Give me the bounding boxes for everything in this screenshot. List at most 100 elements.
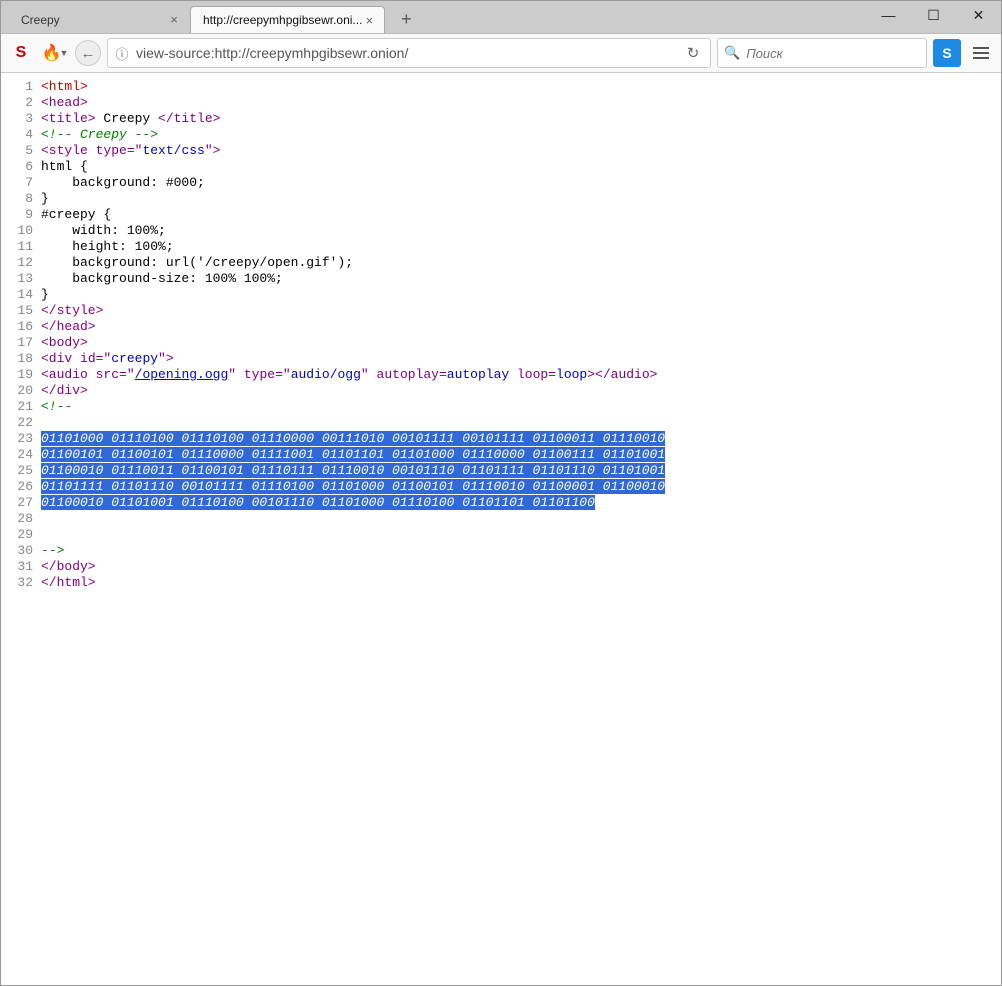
line-code[interactable]: </style> [41, 303, 1001, 319]
menu-button[interactable] [967, 39, 995, 67]
back-button[interactable]: ← [75, 40, 101, 66]
extension-s-icon[interactable]: S [933, 39, 961, 67]
line-code[interactable]: 01100010 01101001 01110100 00101110 0110… [41, 495, 1001, 511]
line-number: 29 [1, 527, 41, 543]
line-code[interactable]: </body> [41, 559, 1001, 575]
maximize-button[interactable]: ☐ [911, 1, 956, 29]
source-line[interactable]: 14} [1, 287, 1001, 303]
new-tab-button[interactable]: + [392, 7, 420, 31]
line-code[interactable]: --> [41, 543, 1001, 559]
line-code[interactable]: </html> [41, 575, 1001, 591]
line-code[interactable]: 01100101 01100101 01110000 01111001 0110… [41, 447, 1001, 463]
view-source-content[interactable]: 1<html>2<head>3<title> Creepy </title>4<… [1, 73, 1001, 985]
source-line[interactable]: 12 background: url('/creepy/open.gif'); [1, 255, 1001, 271]
source-line[interactable]: 9#creepy { [1, 207, 1001, 223]
line-number: 11 [1, 239, 41, 255]
search-icon: 🔍 [724, 45, 740, 61]
line-number: 1 [1, 79, 41, 95]
source-line[interactable]: 2601101111 01101110 00101111 01110100 01… [1, 479, 1001, 495]
source-line[interactable]: 3<title> Creepy </title> [1, 111, 1001, 127]
source-line[interactable]: 13 background-size: 100% 100%; [1, 271, 1001, 287]
line-code[interactable]: <audio src="/opening.ogg" type="audio/og… [41, 367, 1001, 383]
source-line[interactable]: 2<head> [1, 95, 1001, 111]
tab-creepy[interactable]: Creepy × [9, 6, 189, 33]
minimize-button[interactable]: — [866, 1, 911, 29]
line-code[interactable]: <body> [41, 335, 1001, 351]
line-number: 21 [1, 399, 41, 415]
line-code[interactable]: html { [41, 159, 1001, 175]
url-input[interactable] [136, 45, 676, 61]
source-line[interactable]: 6html { [1, 159, 1001, 175]
line-code[interactable]: <title> Creepy </title> [41, 111, 1001, 127]
source-line[interactable]: 15</style> [1, 303, 1001, 319]
url-bar[interactable]: ⓘ ↻ [107, 38, 711, 68]
line-number: 12 [1, 255, 41, 271]
line-code[interactable]: <!-- [41, 399, 1001, 415]
line-code[interactable]: 01100010 01110011 01100101 01110111 0111… [41, 463, 1001, 479]
source-line[interactable]: 2301101000 01110100 01110100 01110000 00… [1, 431, 1001, 447]
source-line[interactable]: 18<div id="creepy"> [1, 351, 1001, 367]
line-code[interactable]: 01101000 01110100 01110100 01110000 0011… [41, 431, 1001, 447]
addon-icon[interactable]: 🔥▼ [41, 39, 69, 67]
source-line[interactable]: 2501100010 01110011 01100101 01110111 01… [1, 463, 1001, 479]
line-code[interactable]: width: 100%; [41, 223, 1001, 239]
source-line[interactable]: 7 background: #000; [1, 175, 1001, 191]
line-number: 13 [1, 271, 41, 287]
line-number: 2 [1, 95, 41, 111]
tab-view-source[interactable]: http://creepymhpgibsewr.oni... × [190, 6, 385, 33]
close-icon[interactable]: × [362, 13, 376, 27]
line-code[interactable]: <div id="creepy"> [41, 351, 1001, 367]
line-code[interactable]: </div> [41, 383, 1001, 399]
source-line[interactable]: 21<!-- [1, 399, 1001, 415]
source-line[interactable]: 32</html> [1, 575, 1001, 591]
line-code[interactable]: <head> [41, 95, 1001, 111]
line-number: 26 [1, 479, 41, 495]
source-line[interactable]: 20</div> [1, 383, 1001, 399]
line-code[interactable]: 01101111 01101110 00101111 01110100 0110… [41, 479, 1001, 495]
info-icon[interactable]: ⓘ [114, 45, 130, 61]
line-number: 22 [1, 415, 41, 431]
line-number: 5 [1, 143, 41, 159]
source-line[interactable]: 16</head> [1, 319, 1001, 335]
source-line[interactable]: 31</body> [1, 559, 1001, 575]
line-code[interactable]: <!-- Creepy --> [41, 127, 1001, 143]
source-line[interactable]: 19<audio src="/opening.ogg" type="audio/… [1, 367, 1001, 383]
source-line[interactable]: 5<style type="text/css"> [1, 143, 1001, 159]
source-line[interactable]: 2401100101 01100101 01110000 01111001 01… [1, 447, 1001, 463]
line-code[interactable]: } [41, 287, 1001, 303]
titlebar: Creepy × http://creepymhpgibsewr.oni... … [1, 1, 1001, 33]
source-line[interactable]: 22 [1, 415, 1001, 431]
source-line[interactable]: 8} [1, 191, 1001, 207]
source-line[interactable]: 28 [1, 511, 1001, 527]
noscript-icon[interactable]: S [7, 39, 35, 67]
source-line[interactable]: 29 [1, 527, 1001, 543]
source-line[interactable]: 10 width: 100%; [1, 223, 1001, 239]
search-bar[interactable]: 🔍 [717, 38, 927, 68]
navigation-toolbar: S 🔥▼ ← ⓘ ↻ 🔍 S [1, 33, 1001, 73]
reload-icon[interactable]: ↻ [682, 42, 704, 64]
window-controls: — ☐ ✕ [866, 1, 1001, 33]
line-code[interactable]: <html> [41, 79, 1001, 95]
source-line[interactable]: 30--> [1, 543, 1001, 559]
line-number: 25 [1, 463, 41, 479]
source-line[interactable]: 2701100010 01101001 01110100 00101110 01… [1, 495, 1001, 511]
tab-label: http://creepymhpgibsewr.oni... [199, 13, 362, 27]
source-line[interactable]: 11 height: 100%; [1, 239, 1001, 255]
line-number: 28 [1, 511, 41, 527]
line-code[interactable]: </head> [41, 319, 1001, 335]
line-number: 24 [1, 447, 41, 463]
close-button[interactable]: ✕ [956, 1, 1001, 29]
source-line[interactable]: 17<body> [1, 335, 1001, 351]
line-code[interactable]: background: #000; [41, 175, 1001, 191]
line-number: 31 [1, 559, 41, 575]
line-code[interactable]: <style type="text/css"> [41, 143, 1001, 159]
close-icon[interactable]: × [167, 13, 181, 27]
line-code[interactable]: #creepy { [41, 207, 1001, 223]
source-line[interactable]: 4<!-- Creepy --> [1, 127, 1001, 143]
source-line[interactable]: 1<html> [1, 79, 1001, 95]
line-code[interactable]: } [41, 191, 1001, 207]
search-input[interactable] [746, 46, 924, 61]
line-code[interactable]: background-size: 100% 100%; [41, 271, 1001, 287]
line-code[interactable]: height: 100%; [41, 239, 1001, 255]
line-code[interactable]: background: url('/creepy/open.gif'); [41, 255, 1001, 271]
